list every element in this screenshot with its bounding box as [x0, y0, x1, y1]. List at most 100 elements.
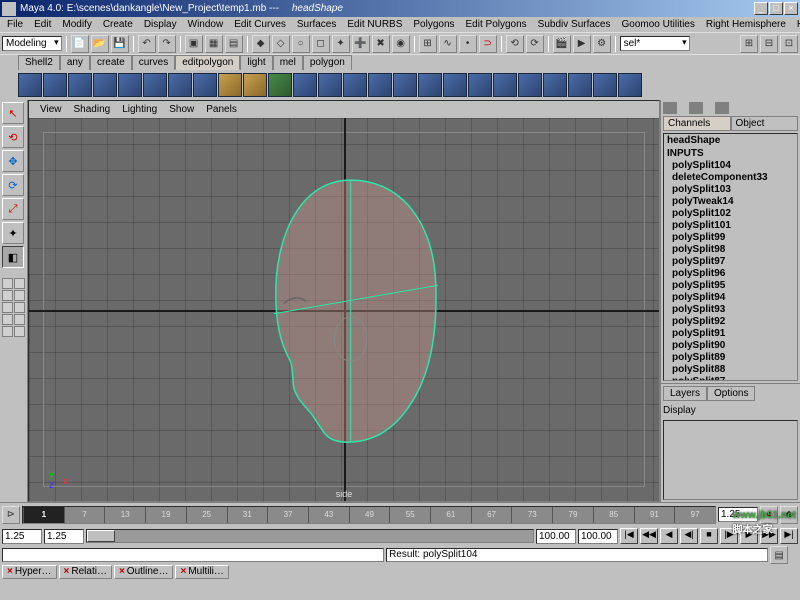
shelf-button[interactable]: [318, 73, 342, 97]
shelf-button[interactable]: [543, 73, 567, 97]
shelf-button[interactable]: [143, 73, 167, 97]
status-tab-outline[interactable]: ×Outline…: [114, 565, 174, 579]
shelf-tab-create[interactable]: create: [90, 55, 132, 70]
shelf-tab-curves[interactable]: curves: [132, 55, 175, 70]
vp-menu-panels[interactable]: Panels: [201, 103, 242, 116]
range-start-outer[interactable]: 1.25: [2, 529, 42, 544]
time-tick[interactable]: 31: [227, 507, 268, 523]
time-range[interactable]: 17131925313743495561677379859197: [22, 506, 716, 524]
shelf-button[interactable]: [368, 73, 392, 97]
range-start-inner[interactable]: 1.25: [44, 529, 84, 544]
time-tick[interactable]: 19: [145, 507, 186, 523]
input-node[interactable]: polySplit101: [664, 220, 797, 232]
select-component-icon[interactable]: ▦: [205, 35, 223, 53]
show-manip-tool[interactable]: ✦: [2, 222, 24, 244]
shelf-tab-shell2[interactable]: Shell2: [18, 55, 60, 70]
shelf-button[interactable]: [118, 73, 142, 97]
mask-icon[interactable]: ◆: [252, 35, 270, 53]
channel-icon[interactable]: [715, 102, 729, 114]
input-node[interactable]: polySplit93: [664, 304, 797, 316]
render-button[interactable]: 🎬: [553, 35, 571, 53]
range-end-inner[interactable]: 100.00: [536, 529, 576, 544]
layout-opt[interactable]: [2, 314, 13, 325]
vp-menu-shading[interactable]: Shading: [69, 103, 116, 116]
menu-edit-nurbs[interactable]: Edit NURBS: [342, 18, 407, 31]
snap-grid-icon[interactable]: ⊞: [419, 35, 437, 53]
layout-icon[interactable]: ⊞: [740, 35, 758, 53]
range-slider[interactable]: [86, 529, 534, 543]
shelf-button[interactable]: [418, 73, 442, 97]
command-input[interactable]: [2, 548, 384, 562]
shelf-button[interactable]: [493, 73, 517, 97]
shelf-button[interactable]: [593, 73, 617, 97]
maximize-button[interactable]: □: [769, 2, 783, 15]
step-back-key-button[interactable]: ◀◀: [640, 528, 658, 544]
time-tick[interactable]: 61: [430, 507, 471, 523]
channel-icon[interactable]: [663, 102, 677, 114]
input-node[interactable]: polySplit96: [664, 268, 797, 280]
input-node[interactable]: polySplit89: [664, 352, 797, 364]
last-tool[interactable]: ◧: [2, 246, 24, 268]
input-node[interactable]: polySplit102: [664, 208, 797, 220]
shelf-button[interactable]: [43, 73, 67, 97]
time-icon[interactable]: ⊳: [2, 506, 20, 524]
layout-opt[interactable]: [14, 314, 25, 325]
redo-button[interactable]: ↷: [158, 35, 176, 53]
mask-icon[interactable]: ◉: [392, 35, 410, 53]
menu-goomoo[interactable]: Goomoo Utilities: [617, 18, 700, 31]
layer-mode-dropdown[interactable]: Display: [663, 405, 696, 416]
channel-list[interactable]: headShape INPUTS polySplit104deleteCompo…: [663, 133, 798, 381]
channel-icon[interactable]: [689, 102, 703, 114]
time-tick[interactable]: 73: [511, 507, 552, 523]
history-icon[interactable]: ⟲: [506, 35, 524, 53]
input-node[interactable]: polySplit87: [664, 376, 797, 381]
menu-surfaces[interactable]: Surfaces: [292, 18, 341, 31]
lasso-tool[interactable]: ⟲: [2, 126, 24, 148]
shelf-button[interactable]: [93, 73, 117, 97]
select-tool[interactable]: ↖: [2, 102, 24, 124]
input-node[interactable]: polySplit97: [664, 256, 797, 268]
time-tick[interactable]: 43: [308, 507, 349, 523]
shelf-button[interactable]: [393, 73, 417, 97]
tab-channels[interactable]: Channels: [663, 116, 731, 131]
rotate-tool[interactable]: ⟳: [2, 174, 24, 196]
mask-icon[interactable]: ◻: [312, 35, 330, 53]
shelf-button[interactable]: [18, 73, 42, 97]
tab-options[interactable]: Options: [707, 386, 755, 401]
magnet-icon[interactable]: ⊃: [479, 35, 497, 53]
history-icon[interactable]: ⟳: [526, 35, 544, 53]
move-tool[interactable]: ✥: [2, 150, 24, 172]
input-node[interactable]: polySplit88: [664, 364, 797, 376]
menu-modify[interactable]: Modify: [57, 18, 96, 31]
shelf-button[interactable]: [268, 73, 292, 97]
menu-edit-polygons[interactable]: Edit Polygons: [461, 18, 532, 31]
time-tick[interactable]: 37: [267, 507, 308, 523]
layout-four[interactable]: [14, 278, 25, 289]
menu-subdiv[interactable]: Subdiv Surfaces: [533, 18, 616, 31]
mask-icon[interactable]: ○: [292, 35, 310, 53]
new-scene-button[interactable]: 📄: [71, 35, 89, 53]
play-back-button[interactable]: ◀|: [680, 528, 698, 544]
render-globals-icon[interactable]: ⚙: [593, 35, 611, 53]
select-hierarchy-icon[interactable]: ▤: [225, 35, 243, 53]
mode-dropdown[interactable]: Modeling: [2, 36, 62, 51]
status-tab-multi[interactable]: ×Multili…: [175, 565, 228, 579]
shelf-button[interactable]: [193, 73, 217, 97]
shelf-button[interactable]: [468, 73, 492, 97]
snap-point-icon[interactable]: •: [459, 35, 477, 53]
layout-opt[interactable]: [14, 302, 25, 313]
status-tab-relation[interactable]: ×Relati…: [59, 565, 112, 579]
shelf-button[interactable]: [218, 73, 242, 97]
shelf-button[interactable]: [518, 73, 542, 97]
shelf-button[interactable]: [243, 73, 267, 97]
menu-window[interactable]: Window: [183, 18, 229, 31]
shelf-tab-any[interactable]: any: [60, 55, 90, 70]
layer-list[interactable]: [663, 420, 798, 500]
time-tick[interactable]: 7: [64, 507, 105, 523]
input-node[interactable]: polyTweak14: [664, 196, 797, 208]
open-scene-button[interactable]: 📂: [91, 35, 109, 53]
layout-opt[interactable]: [2, 326, 13, 337]
vp-menu-lighting[interactable]: Lighting: [117, 103, 162, 116]
time-tick[interactable]: 97: [674, 507, 715, 523]
step-back-button[interactable]: ◀: [660, 528, 678, 544]
